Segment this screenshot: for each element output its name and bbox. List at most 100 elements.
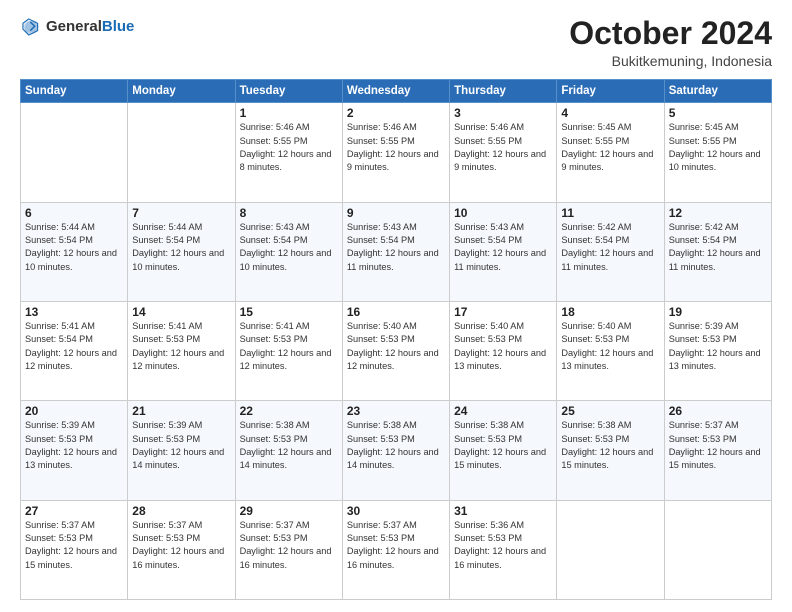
daylight: Daylight: 12 hours and 14 minutes. <box>240 447 332 470</box>
logo-icon <box>20 16 42 38</box>
calendar-cell: 16Sunrise: 5:40 AMSunset: 5:53 PMDayligh… <box>342 301 449 400</box>
sunrise: Sunrise: 5:42 AM <box>561 222 631 232</box>
calendar-table: SundayMondayTuesdayWednesdayThursdayFrid… <box>20 79 772 600</box>
day-number: 31 <box>454 504 552 518</box>
day-header-saturday: Saturday <box>664 80 771 103</box>
day-info: Sunrise: 5:37 AMSunset: 5:53 PMDaylight:… <box>240 519 338 572</box>
day-number: 11 <box>561 206 659 220</box>
day-info: Sunrise: 5:39 AMSunset: 5:53 PMDaylight:… <box>25 419 123 472</box>
day-info: Sunrise: 5:39 AMSunset: 5:53 PMDaylight:… <box>669 320 767 373</box>
day-number: 5 <box>669 106 767 120</box>
calendar-week-2: 6Sunrise: 5:44 AMSunset: 5:54 PMDaylight… <box>21 202 772 301</box>
daylight: Daylight: 12 hours and 13 minutes. <box>454 348 546 371</box>
day-number: 1 <box>240 106 338 120</box>
calendar-cell: 24Sunrise: 5:38 AMSunset: 5:53 PMDayligh… <box>450 401 557 500</box>
daylight: Daylight: 12 hours and 11 minutes. <box>454 248 546 271</box>
day-number: 27 <box>25 504 123 518</box>
day-info: Sunrise: 5:37 AMSunset: 5:53 PMDaylight:… <box>25 519 123 572</box>
sunrise: Sunrise: 5:43 AM <box>240 222 310 232</box>
calendar-cell: 7 Sunrise: 5:44 AM Sunset: 5:54 PM Daylight… <box>128 202 235 301</box>
day-info: Sunrise: 5:38 AMSunset: 5:53 PMDaylight:… <box>561 419 659 472</box>
sunset: Sunset: 5:53 PM <box>25 434 93 444</box>
daylight: Daylight: 12 hours and 15 minutes. <box>25 546 117 569</box>
calendar-cell: 21Sunrise: 5:39 AMSunset: 5:53 PMDayligh… <box>128 401 235 500</box>
calendar-cell: 29Sunrise: 5:37 AMSunset: 5:53 PMDayligh… <box>235 500 342 599</box>
sunrise: Sunrise: 5:46 AM <box>454 122 524 132</box>
sunrise: Sunrise: 5:41 AM <box>132 321 202 331</box>
calendar-week-1: 1Sunrise: 5:46 AMSunset: 5:55 PMDaylight… <box>21 103 772 202</box>
sunset: Sunset: 5:54 PM <box>25 235 93 245</box>
day-info: Sunrise: 5:37 AMSunset: 5:53 PMDaylight:… <box>347 519 445 572</box>
calendar-week-3: 13Sunrise: 5:41 AMSunset: 5:54 PMDayligh… <box>21 301 772 400</box>
day-info: Sunrise: 5:37 AMSunset: 5:53 PMDaylight:… <box>669 419 767 472</box>
sunrise: Sunrise: 5:41 AM <box>240 321 310 331</box>
calendar-cell: 11 Sunrise: 5:42 AM Sunset: 5:54 PM Dayligh… <box>557 202 664 301</box>
calendar-cell: 1Sunrise: 5:46 AMSunset: 5:55 PMDaylight… <box>235 103 342 202</box>
day-number: 23 <box>347 404 445 418</box>
daylight: Daylight: 12 hours and 9 minutes. <box>454 149 546 172</box>
calendar-cell: 9Sunrise: 5:43 AMSunset: 5:54 PMDaylight… <box>342 202 449 301</box>
sunrise: Sunrise: 5:38 AM <box>240 420 310 430</box>
sunset: Sunset: 5:53 PM <box>454 434 522 444</box>
day-header-friday: Friday <box>557 80 664 103</box>
daylight: Daylight: 12 hours and 15 minutes. <box>561 447 653 470</box>
day-info: Sunrise: 5:45 AMSunset: 5:55 PMDaylight:… <box>561 121 659 174</box>
calendar-cell: 20Sunrise: 5:39 AMSunset: 5:53 PMDayligh… <box>21 401 128 500</box>
daylight: Daylight: 12 hours and 9 minutes. <box>347 149 439 172</box>
calendar-cell <box>128 103 235 202</box>
sunset: Sunset: 5:53 PM <box>347 434 415 444</box>
daylight: Daylight: 12 hours and 11 minutes. <box>561 248 653 271</box>
calendar-cell: 8Sunrise: 5:43 AMSunset: 5:54 PMDaylight… <box>235 202 342 301</box>
daylight: Daylight: 12 hours and 14 minutes. <box>132 447 224 470</box>
day-info: Sunrise: 5:42 AM Sunset: 5:54 PM Daylight:… <box>561 221 659 274</box>
sunrise: Sunrise: 5:37 AM <box>669 420 739 430</box>
day-number: 8 <box>240 206 338 220</box>
day-info: Sunrise: 5:40 AMSunset: 5:53 PMDaylight:… <box>561 320 659 373</box>
day-info: Sunrise: 5:46 AMSunset: 5:55 PMDaylight:… <box>347 121 445 174</box>
daylight: Daylight: 12 hours and 16 minutes. <box>132 546 224 569</box>
day-number: 22 <box>240 404 338 418</box>
sunset: Sunset: 5:53 PM <box>454 533 522 543</box>
daylight: Daylight: 12 hours and 16 minutes. <box>347 546 439 569</box>
sunrise: Sunrise: 5:40 AM <box>561 321 631 331</box>
calendar-cell: 31Sunrise: 5:36 AMSunset: 5:53 PMDayligh… <box>450 500 557 599</box>
sunset: Sunset: 5:54 PM <box>561 235 629 245</box>
day-number: 21 <box>132 404 230 418</box>
sunset: Sunset: 5:53 PM <box>240 334 308 344</box>
day-info: Sunrise: 5:43 AMSunset: 5:54 PMDaylight:… <box>347 221 445 274</box>
sunrise: Sunrise: 5:45 AM <box>669 122 739 132</box>
calendar-cell: 17Sunrise: 5:40 AMSunset: 5:53 PMDayligh… <box>450 301 557 400</box>
day-info: Sunrise: 5:44 AM Sunset: 5:54 PM Daylight:… <box>132 221 230 274</box>
calendar-cell: 15Sunrise: 5:41 AMSunset: 5:53 PMDayligh… <box>235 301 342 400</box>
day-info: Sunrise: 5:44 AMSunset: 5:54 PMDaylight:… <box>25 221 123 274</box>
daylight: Daylight: 12 hours and 12 minutes. <box>347 348 439 371</box>
daylight: Daylight: 12 hours and 16 minutes. <box>240 546 332 569</box>
sunset: Sunset: 5:54 PM <box>132 235 200 245</box>
sunset: Sunset: 5:53 PM <box>132 434 200 444</box>
day-number: 7 <box>132 206 230 220</box>
day-info: Sunrise: 5:37 AMSunset: 5:53 PMDaylight:… <box>132 519 230 572</box>
day-info: Sunrise: 5:42 AMSunset: 5:54 PMDaylight:… <box>669 221 767 274</box>
calendar-cell: 10Sunrise: 5:43 AMSunset: 5:54 PMDayligh… <box>450 202 557 301</box>
sunrise: Sunrise: 5:38 AM <box>454 420 524 430</box>
day-info: Sunrise: 5:41 AMSunset: 5:54 PMDaylight:… <box>25 320 123 373</box>
sunset: Sunset: 5:54 PM <box>347 235 415 245</box>
calendar-cell: 19Sunrise: 5:39 AMSunset: 5:53 PMDayligh… <box>664 301 771 400</box>
calendar-cell: 18Sunrise: 5:40 AMSunset: 5:53 PMDayligh… <box>557 301 664 400</box>
day-number: 17 <box>454 305 552 319</box>
calendar-cell: 22Sunrise: 5:38 AMSunset: 5:53 PMDayligh… <box>235 401 342 500</box>
day-number: 2 <box>347 106 445 120</box>
sunset: Sunset: 5:55 PM <box>347 136 415 146</box>
calendar-cell: 23Sunrise: 5:38 AMSunset: 5:53 PMDayligh… <box>342 401 449 500</box>
calendar-cell <box>664 500 771 599</box>
sunset: Sunset: 5:53 PM <box>347 334 415 344</box>
daylight: Daylight: 12 hours and 12 minutes. <box>25 348 117 371</box>
sunrise: Sunrise: 5:44 AM <box>132 222 202 232</box>
sunset: Sunset: 5:54 PM <box>454 235 522 245</box>
sunrise: Sunrise: 5:46 AM <box>240 122 310 132</box>
day-info: Sunrise: 5:39 AMSunset: 5:53 PMDaylight:… <box>132 419 230 472</box>
sunrise: Sunrise: 5:39 AM <box>25 420 95 430</box>
calendar-cell: 14Sunrise: 5:41 AMSunset: 5:53 PMDayligh… <box>128 301 235 400</box>
day-header-tuesday: Tuesday <box>235 80 342 103</box>
daylight: Daylight: 12 hours and 10 minutes. <box>132 248 224 271</box>
